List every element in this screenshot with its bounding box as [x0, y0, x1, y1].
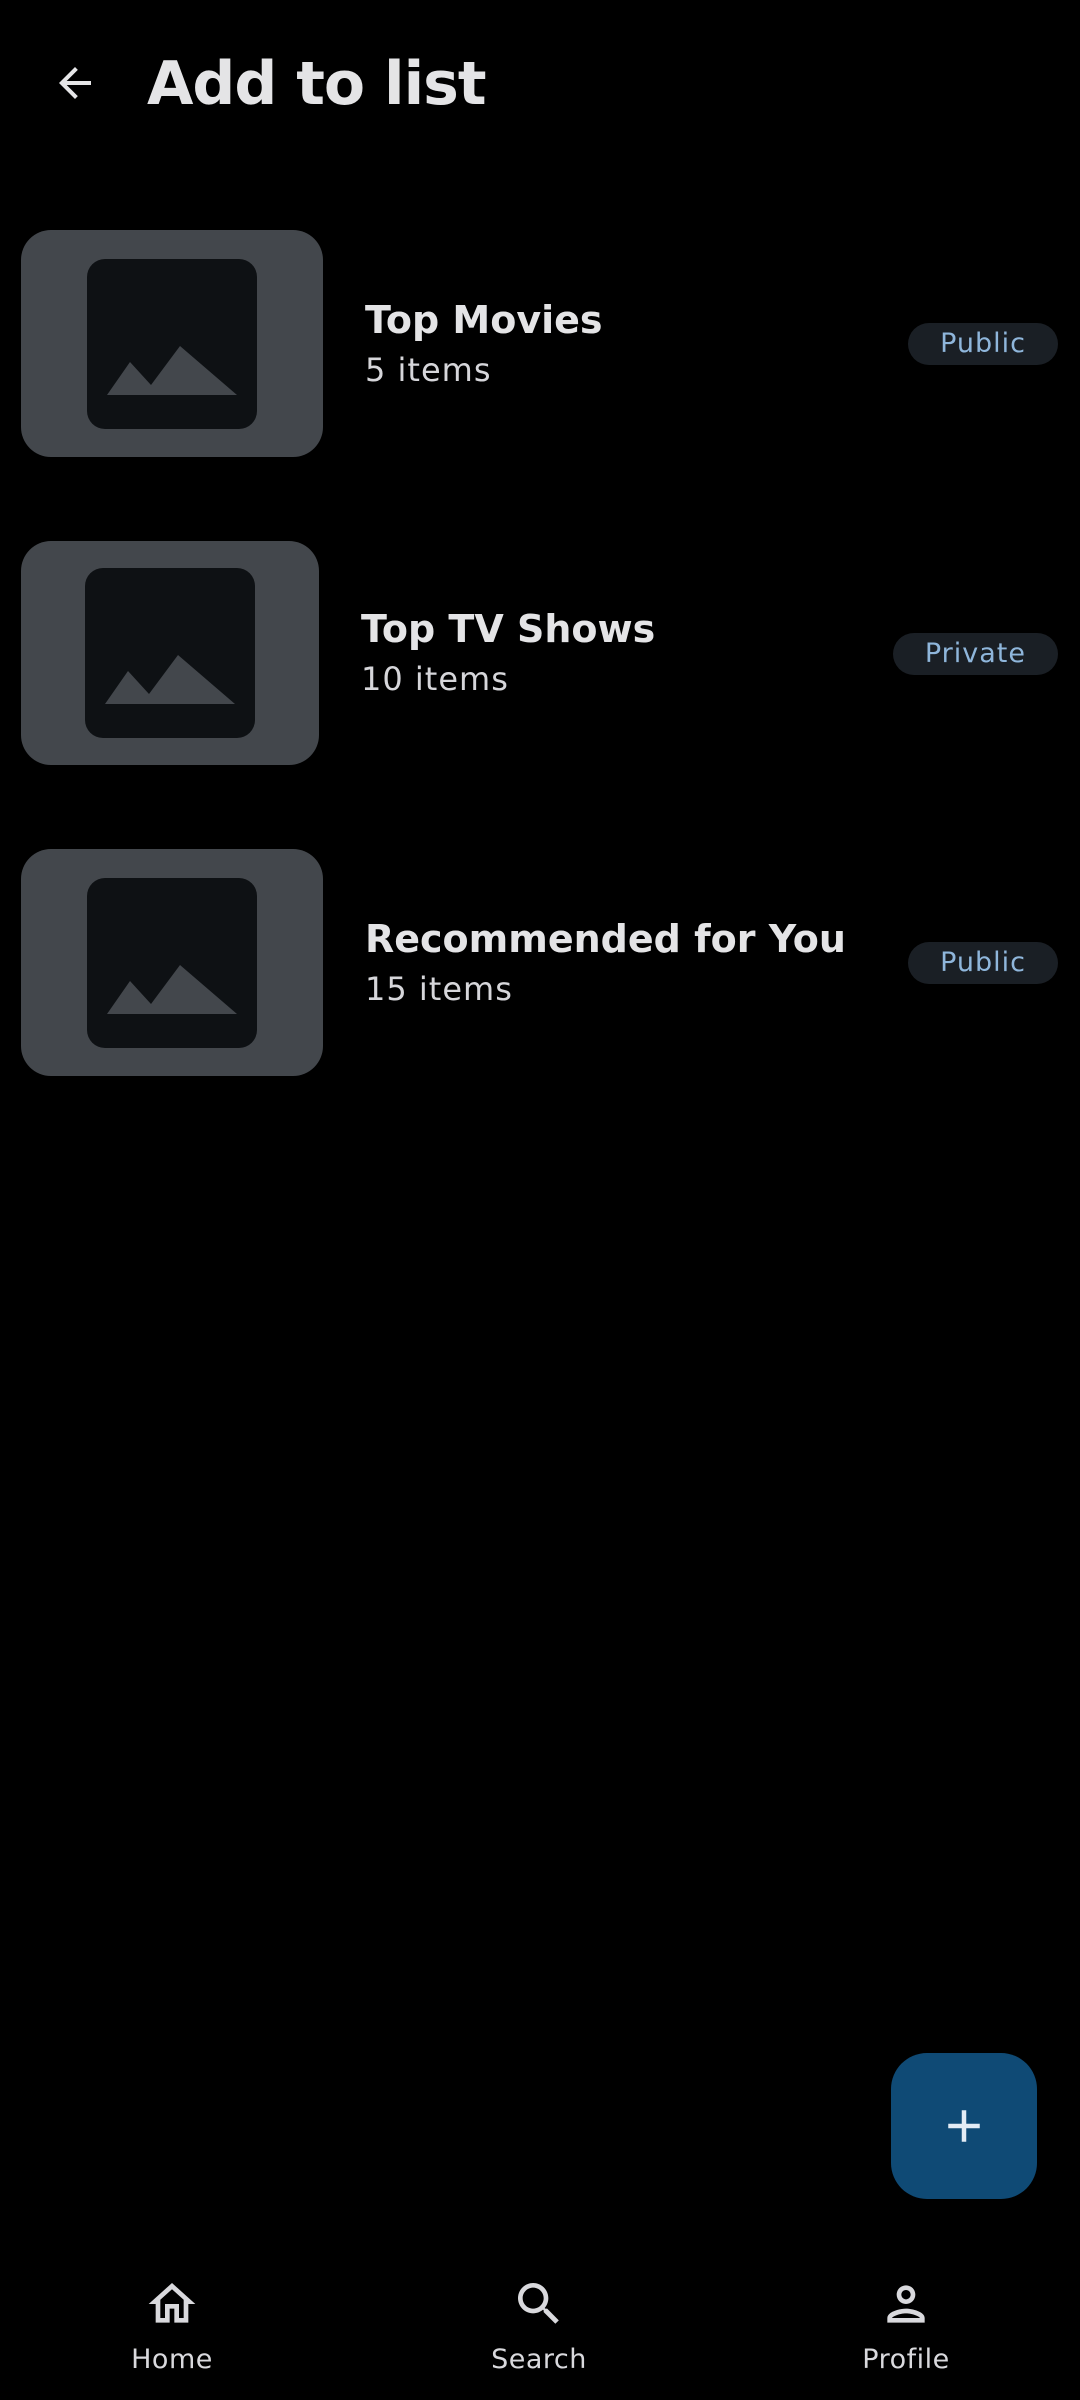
list-item-top-tv-shows[interactable]: Top TV Shows 10 items Private [0, 538, 1080, 768]
nav-item-search[interactable]: Search [439, 2250, 639, 2400]
list-title: Recommended for You [365, 917, 846, 961]
home-icon [142, 2274, 202, 2334]
create-list-button[interactable] [891, 2053, 1037, 2199]
list-item-recommended[interactable]: Recommended for You 15 items Public [0, 848, 1080, 1078]
list-item-text: Top Movies 5 items [365, 229, 603, 459]
image-placeholder-icon [87, 258, 257, 429]
profile-icon [876, 2274, 936, 2334]
nav-label: Profile [862, 2344, 950, 2375]
nav-label: Home [131, 2344, 213, 2375]
visibility-badge: Private [892, 633, 1058, 675]
list-item-count: 15 items [365, 970, 513, 1008]
nav-item-home[interactable]: Home [72, 2250, 272, 2400]
list-item-text: Top TV Shows 10 items [361, 538, 655, 768]
arrow-back-icon [59, 67, 91, 99]
search-icon [509, 2274, 569, 2334]
list-title: Top TV Shows [361, 607, 656, 651]
list-item-count: 10 items [361, 660, 509, 698]
visibility-badge: Public [908, 942, 1058, 984]
list-thumbnail [21, 230, 323, 457]
list-thumbnail [21, 541, 319, 765]
page-title: Add to list [147, 49, 487, 119]
nav-item-profile[interactable]: Profile [806, 2250, 1006, 2400]
image-placeholder-icon [85, 568, 255, 738]
nav-label: Search [491, 2344, 587, 2375]
list-thumbnail [21, 849, 323, 1076]
plus-icon [948, 2110, 980, 2142]
bottom-navigation: Home Search Profile [0, 2250, 1080, 2400]
visibility-badge: Public [908, 323, 1058, 365]
back-button[interactable] [42, 50, 108, 116]
list-item-text: Recommended for You 15 items [365, 848, 846, 1078]
top-app-bar: Add to list [0, 0, 1080, 170]
list-title: Top Movies [365, 298, 603, 342]
list-item-top-movies[interactable]: Top Movies 5 items Public [0, 229, 1080, 459]
list-item-count: 5 items [365, 351, 492, 389]
image-placeholder-icon [87, 877, 257, 1048]
